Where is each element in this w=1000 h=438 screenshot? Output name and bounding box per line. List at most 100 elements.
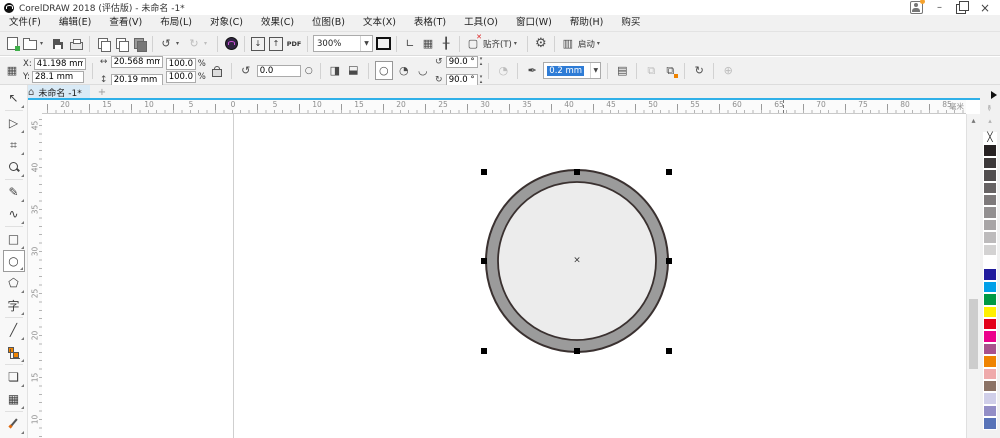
color-swatch[interactable] bbox=[983, 169, 997, 181]
shape-tool[interactable]: ▷ bbox=[3, 112, 25, 134]
link-target-button[interactable]: ⧉ bbox=[662, 62, 678, 79]
pick-tool[interactable]: ↖ bbox=[3, 87, 25, 109]
fullscreen-preview-button[interactable] bbox=[375, 35, 391, 52]
color-swatch[interactable] bbox=[983, 206, 997, 218]
menu-item[interactable]: 购买 bbox=[612, 15, 649, 31]
polygon-tool[interactable]: ⬠ bbox=[3, 272, 25, 294]
zoom-level-dropdown[interactable]: ▼ bbox=[360, 36, 372, 51]
user-account-icon[interactable] bbox=[910, 1, 923, 14]
palette-flyout-arrow[interactable] bbox=[991, 91, 997, 99]
scale-v-input[interactable] bbox=[166, 71, 196, 83]
new-document-tab-button[interactable]: + bbox=[90, 87, 114, 98]
end-angle-input[interactable] bbox=[446, 74, 478, 86]
color-swatch[interactable] bbox=[983, 318, 997, 330]
freehand-tool[interactable]: ✎ bbox=[3, 181, 25, 203]
mirror-horizontal-button[interactable]: ◨ bbox=[327, 62, 343, 79]
menu-item[interactable]: 窗口(W) bbox=[507, 15, 561, 31]
menu-item[interactable]: 工具(O) bbox=[455, 15, 507, 31]
color-swatch[interactable] bbox=[983, 306, 997, 318]
selection-handle-bottom-mid[interactable] bbox=[574, 348, 580, 354]
start-angle-spinner[interactable]: ▾▴ bbox=[480, 57, 483, 67]
scroll-up-arrow[interactable]: ▴ bbox=[967, 116, 980, 125]
color-swatch[interactable] bbox=[983, 281, 997, 293]
ruler-origin-corner[interactable] bbox=[28, 100, 43, 114]
color-swatch[interactable] bbox=[983, 417, 997, 429]
home-icon[interactable]: ⌂ bbox=[28, 87, 34, 99]
color-swatch[interactable] bbox=[983, 144, 997, 156]
menu-item[interactable]: 表格(T) bbox=[405, 15, 455, 31]
close-button[interactable]: × bbox=[980, 3, 990, 13]
drop-shadow-tool[interactable]: ❏ bbox=[3, 366, 25, 388]
horizontal-ruler[interactable]: 毫米 2015105051015202530354045505560657075… bbox=[42, 100, 966, 114]
snap-to-label[interactable]: 贴齐(T) bbox=[483, 38, 512, 50]
change-direction-button[interactable]: ◔ bbox=[495, 62, 511, 79]
artistic-media-tool[interactable]: ∿ bbox=[3, 203, 25, 225]
dimension-tool[interactable]: ╱ bbox=[3, 319, 25, 341]
new-document-button[interactable] bbox=[4, 35, 20, 52]
pattern-fill-tool[interactable]: ▦ bbox=[3, 388, 25, 410]
x-position-input[interactable] bbox=[34, 58, 86, 70]
export-button[interactable]: ↑ bbox=[268, 35, 284, 52]
show-grid-button[interactable]: ▦ bbox=[420, 35, 436, 52]
mirror-vertical-button[interactable]: ◨ bbox=[345, 63, 362, 79]
color-swatch[interactable] bbox=[983, 368, 997, 380]
link-button[interactable]: ⧉ bbox=[643, 62, 659, 79]
show-rulers-button[interactable]: ∟ bbox=[402, 35, 418, 52]
menu-item[interactable]: 布局(L) bbox=[151, 15, 201, 31]
add-plus-button[interactable]: ⊕ bbox=[720, 62, 736, 79]
print-button[interactable] bbox=[68, 35, 84, 52]
end-angle-spinner[interactable]: ▾▴ bbox=[480, 75, 483, 85]
menu-item[interactable]: 对象(C) bbox=[201, 15, 252, 31]
start-angle-input[interactable] bbox=[446, 56, 478, 68]
wrap-text-button[interactable]: ▤ bbox=[614, 62, 630, 79]
scale-h-input[interactable] bbox=[166, 58, 196, 70]
launch-dropdown[interactable]: ▾ bbox=[597, 40, 605, 47]
menu-item[interactable]: 文件(F) bbox=[0, 15, 50, 31]
color-swatch[interactable] bbox=[983, 219, 997, 231]
color-swatch[interactable] bbox=[983, 194, 997, 206]
color-swatch[interactable] bbox=[983, 268, 997, 280]
text-tool[interactable]: 字 bbox=[3, 294, 25, 316]
outline-width-dropdown[interactable]: ▼ bbox=[590, 63, 600, 78]
object-width-input[interactable] bbox=[111, 56, 163, 68]
undo-button[interactable]: ↺ bbox=[158, 35, 174, 52]
zoom-level-combo[interactable]: 300% ▼ bbox=[313, 35, 373, 52]
welcome-screen-button[interactable] bbox=[223, 35, 239, 52]
paste-button[interactable] bbox=[131, 35, 147, 52]
color-swatch[interactable] bbox=[983, 380, 997, 392]
scrollbar-thumb[interactable] bbox=[969, 299, 978, 369]
copy-button[interactable] bbox=[113, 35, 129, 52]
color-swatch[interactable] bbox=[983, 157, 997, 169]
connector-tool[interactable] bbox=[3, 341, 25, 363]
no-color-swatch[interactable]: ╳ bbox=[983, 132, 997, 144]
y-position-input[interactable] bbox=[32, 71, 84, 83]
undo-dropdown[interactable]: ▾ bbox=[176, 40, 184, 47]
palette-eyedropper-icon[interactable]: ✒ bbox=[983, 104, 993, 112]
rotation-angle-input[interactable] bbox=[257, 65, 301, 77]
import-button[interactable]: ↓ bbox=[250, 35, 266, 52]
minimize-button[interactable]: – bbox=[937, 3, 942, 13]
object-center-mark[interactable]: × bbox=[573, 256, 581, 266]
color-swatch[interactable] bbox=[983, 343, 997, 355]
crop-tool[interactable]: ⌗ bbox=[3, 134, 25, 156]
eyedropper-tool[interactable] bbox=[3, 413, 25, 435]
menu-item[interactable]: 查看(V) bbox=[100, 15, 151, 31]
lock-ratio-button[interactable] bbox=[209, 62, 225, 79]
zoom-tool[interactable] bbox=[3, 156, 25, 178]
menu-item[interactable]: 位图(B) bbox=[303, 15, 354, 31]
publish-pdf-button[interactable]: PDF bbox=[286, 35, 302, 52]
restore-button[interactable] bbox=[956, 4, 966, 14]
selection-handle-top-right[interactable] bbox=[666, 169, 672, 175]
snap-to-dropdown[interactable]: ▾ bbox=[514, 40, 522, 47]
redo-button[interactable]: ↻ bbox=[186, 35, 202, 52]
pie-mode-button[interactable]: ◔ bbox=[396, 62, 412, 79]
color-swatch[interactable] bbox=[983, 182, 997, 194]
ellipse-mode-button[interactable]: ○ bbox=[375, 61, 393, 80]
menu-item[interactable]: 效果(C) bbox=[252, 15, 303, 31]
show-guidelines-button[interactable]: ╂ bbox=[438, 35, 454, 52]
ellipse-tool[interactable]: ○ bbox=[3, 250, 25, 272]
menu-item[interactable]: 帮助(H) bbox=[561, 15, 613, 31]
color-swatch[interactable] bbox=[983, 244, 997, 256]
save-button[interactable] bbox=[50, 35, 66, 52]
selection-handle-top-mid[interactable] bbox=[574, 169, 580, 175]
